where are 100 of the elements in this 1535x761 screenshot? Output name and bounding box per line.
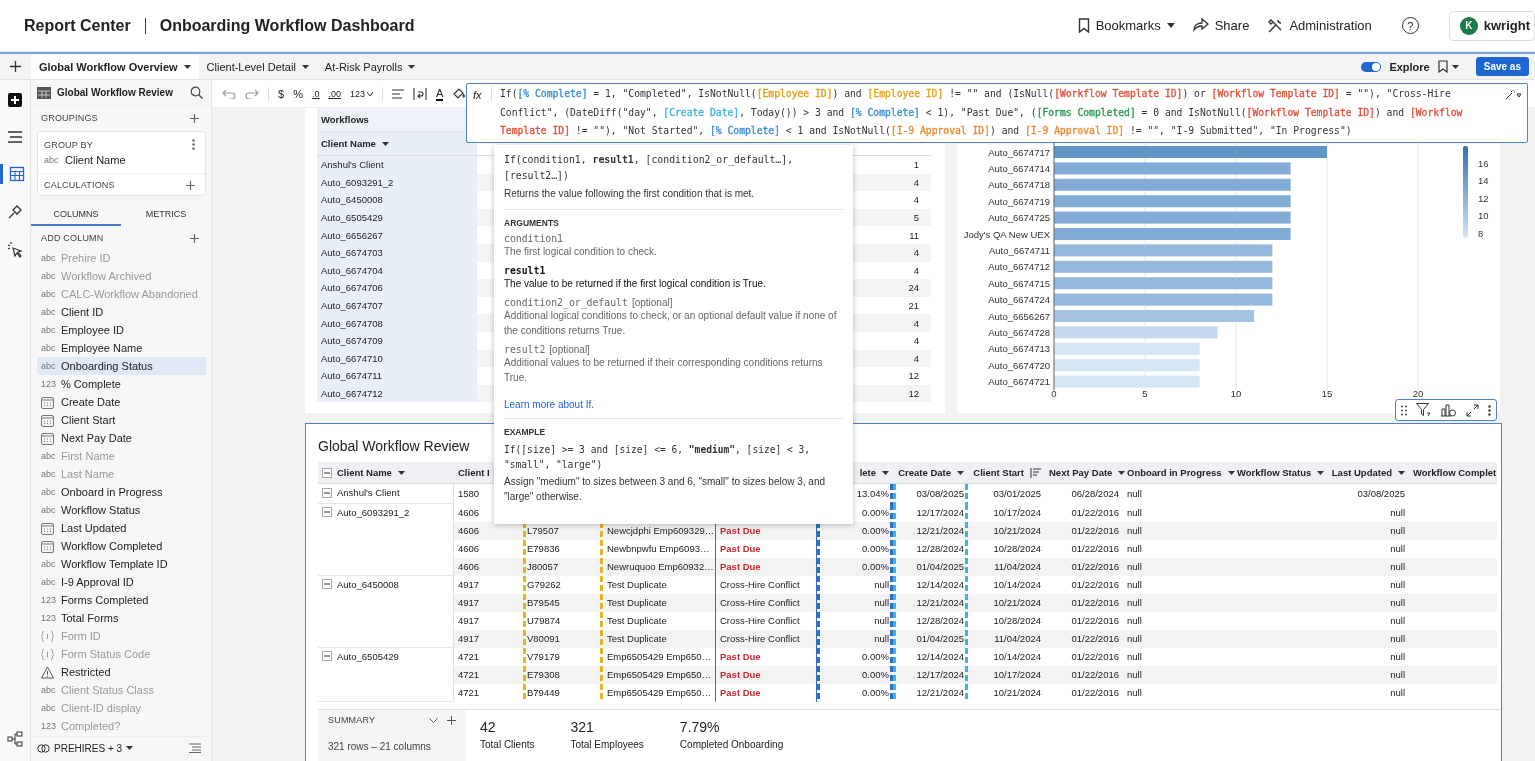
caret-icon[interactable] <box>957 471 964 476</box>
page-tab[interactable]: Global Workflow Overview <box>31 54 199 79</box>
column-item[interactable]: Next Pay Date <box>37 429 206 447</box>
column-item[interactable]: abc I-9 Approval ID <box>37 573 206 591</box>
collapse-icon[interactable] <box>322 487 332 498</box>
explore-toggle[interactable] <box>1361 61 1382 72</box>
caret-icon[interactable] <box>1227 471 1235 476</box>
wrap-text-icon[interactable] <box>412 87 427 100</box>
add-tab-icon[interactable] <box>10 61 21 72</box>
column-item[interactable]: abc Client Status Class <box>37 681 206 699</box>
table-cell: 01/22/2016 <box>1071 525 1119 536</box>
column-header[interactable]: Client Start <box>968 462 1045 484</box>
wand-icon[interactable] <box>1505 90 1521 100</box>
expand-icon[interactable] <box>1465 403 1479 417</box>
flow-icon[interactable] <box>7 731 23 747</box>
column-item[interactable]: 123 % Complete <box>37 375 206 393</box>
collapse-icon[interactable] <box>322 579 332 589</box>
column-item[interactable]: abc Workflow Status <box>37 501 206 519</box>
caret-icon[interactable] <box>397 471 405 476</box>
page-tab[interactable]: Client-Level Detail <box>198 54 317 79</box>
column-item[interactable]: abc Last Name <box>37 465 206 483</box>
column-item[interactable]: abc CALC-Workflow Abandoned <box>37 285 206 303</box>
collapse-icon[interactable] <box>322 651 332 661</box>
column-header[interactable]: Workflow Status <box>1233 462 1327 484</box>
text-color-button[interactable]: A <box>435 86 444 101</box>
column-item[interactable]: Workflow Completed <box>37 537 206 555</box>
caret-icon[interactable] <box>1118 471 1126 476</box>
add-icon[interactable] <box>447 715 456 725</box>
column-item[interactable]: Create Date <box>37 393 206 411</box>
group-cell[interactable]: Anshul's Client <box>318 484 454 504</box>
chevron-icon <box>366 91 373 96</box>
learn-more-link[interactable]: Learn more about If. <box>504 399 595 410</box>
column-item[interactable]: abc Workflow Template ID <box>37 555 206 573</box>
caret-icon[interactable] <box>882 471 889 476</box>
table-cell: 0.00% <box>862 507 889 518</box>
column-header[interactable]: Create Date <box>893 462 968 484</box>
column-item[interactable]: abc Onboard in Progress <box>37 483 206 501</box>
user-menu-button[interactable]: K kwright <box>1448 10 1535 41</box>
column-item[interactable]: abc Onboarding Status <box>37 357 206 375</box>
chart-settings-icon[interactable] <box>1441 403 1456 417</box>
column-item[interactable]: 123 Completed? <box>37 717 206 735</box>
table-cell: 12/21/2024 <box>916 597 964 608</box>
number-format-button[interactable]: 123 <box>349 88 373 99</box>
column-header[interactable]: Client Name <box>317 132 477 155</box>
data-source-button[interactable]: PREHIRES + 3 <box>37 742 134 754</box>
panel-tab[interactable]: COLUMNS <box>31 203 121 226</box>
table-cell: 11/04/2024 <box>994 561 1041 572</box>
panel-tab[interactable]: METRICS <box>121 203 211 226</box>
explore-label: Explore <box>1389 60 1430 73</box>
column-header[interactable]: Last Updated <box>1327 462 1409 484</box>
column-item[interactable]: 123 Forms Completed <box>37 591 206 609</box>
column-item[interactable]: abc First Name <box>37 447 206 465</box>
bookmark-icon[interactable] <box>1437 60 1460 73</box>
column-item[interactable]: abc Employee Name <box>37 339 206 357</box>
column-item[interactable]: 123 Total Forms <box>37 609 206 627</box>
column-item[interactable]: Restricted <box>37 663 206 681</box>
undo-icon[interactable] <box>222 88 236 99</box>
share-button[interactable]: Share <box>1192 18 1250 33</box>
more-icon[interactable] <box>192 139 195 150</box>
more-icon[interactable] <box>1488 404 1492 416</box>
metric-value: 321 <box>570 719 595 735</box>
save-as-button[interactable]: Save as <box>1475 57 1529 76</box>
filter-icon[interactable] <box>1416 403 1432 417</box>
currency-button[interactable]: $ <box>278 87 285 100</box>
column-item[interactable]: abc Prehire ID <box>37 249 206 267</box>
administration-button[interactable]: Administration <box>1267 17 1372 34</box>
percent-button[interactable]: % <box>293 87 303 100</box>
group-cell[interactable]: Auto_6093291_2 <box>318 503 454 576</box>
fill-color-icon[interactable] <box>452 87 466 100</box>
column-item[interactable]: Last Updated <box>37 519 206 537</box>
increase-decimals-button[interactable]: .00 <box>328 88 341 99</box>
page-tab[interactable]: At-Risk Payrolls <box>316 54 424 79</box>
column-header[interactable]: Client Name <box>318 462 454 484</box>
column-header[interactable]: Onboard in Progress <box>1123 462 1233 484</box>
group-cell[interactable]: Auto_6450008 <box>318 575 454 648</box>
group-field[interactable]: abc Client Name <box>38 152 205 170</box>
search-icon[interactable] <box>190 86 203 99</box>
align-icon[interactable] <box>391 88 404 99</box>
column-item[interactable]: abc Workflow Archived <box>37 267 206 285</box>
sort-icon[interactable] <box>1030 468 1041 479</box>
list-icon[interactable] <box>189 743 201 753</box>
caret-icon[interactable] <box>1317 471 1325 476</box>
column-item[interactable]: Client Start <box>37 411 206 429</box>
column-item[interactable]: abc Employee ID <box>37 321 206 339</box>
table-cell: 12/28/2024 <box>916 615 964 626</box>
column-item[interactable]: abc Client ID <box>37 303 206 321</box>
redo-icon[interactable] <box>245 88 259 99</box>
drag-handle-icon[interactable] <box>1400 404 1407 416</box>
decrease-decimals-button[interactable]: .0 <box>311 88 320 99</box>
formula-field[interactable] <box>466 83 1528 143</box>
chevron-icon[interactable] <box>429 717 438 723</box>
column-item[interactable]: abc Client-ID display <box>37 699 206 717</box>
column-header[interactable]: Workflow Complet <box>1409 462 1497 484</box>
collapse-icon[interactable] <box>322 468 332 479</box>
group-cell[interactable]: Auto_6505429 <box>318 647 454 702</box>
bookmarks-button[interactable]: Bookmarks <box>1077 18 1175 33</box>
column-header[interactable]: Next Pay Date <box>1045 462 1123 484</box>
formula-text: If([% Complete] = 1, "Completed", IsNotNull([Employee ID]) and [Employee ID] != "" and (IsNull([Workflow Template ID]) or [Workflow Template ID] = ""), "Cross-Hire Conflict", (DateDiff("day", [Create Date], Today()) > 3 and [% Complete] < 1), "Past Due", ([Forms Completed] = 0 and IsNotNull([Workflow Template ID]) and [Workflow Template ID] != ""), "Not Started", [% Complete] < 1 and IsNotNull([I-9 Approval ID]) and [I-9 Approval ID] != "", "I-9 Submitted", "In Progress") <box>500 87 1464 138</box>
caret-icon[interactable] <box>1398 471 1405 476</box>
collapse-icon[interactable] <box>322 507 332 517</box>
